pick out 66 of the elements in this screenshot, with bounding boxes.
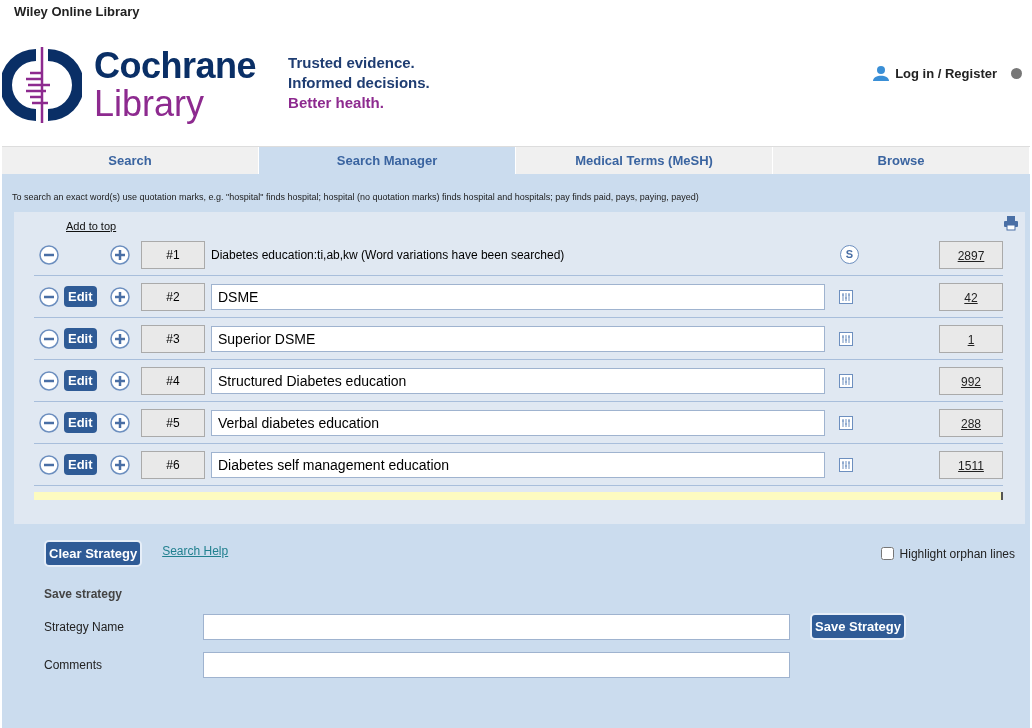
minus-icon[interactable] xyxy=(39,286,59,307)
tab[interactable]: Search xyxy=(2,147,259,174)
tab[interactable]: Search Manager xyxy=(259,147,516,174)
tab[interactable]: Medical Terms (MeSH) xyxy=(516,147,773,174)
clear-strategy-button[interactable]: Clear Strategy xyxy=(44,540,143,567)
minus-icon[interactable] xyxy=(39,244,59,265)
edit-button[interactable]: Edit xyxy=(64,328,97,349)
result-count-link[interactable]: 2897 xyxy=(957,248,985,263)
brand-name: Library xyxy=(94,85,206,123)
s-badge[interactable]: S xyxy=(840,245,859,264)
plus-icon[interactable] xyxy=(110,412,130,433)
edit-button[interactable]: Edit xyxy=(64,454,97,475)
input-field[interactable] xyxy=(203,652,790,678)
sliders-icon[interactable] xyxy=(839,373,853,388)
print-icon[interactable] xyxy=(1003,215,1019,231)
plus-icon[interactable] xyxy=(110,286,130,307)
line-number: #6 xyxy=(141,450,205,479)
login-link[interactable]: Log in / Register xyxy=(895,65,997,81)
plus-icon[interactable] xyxy=(110,328,130,349)
result-count-link[interactable]: 1511 xyxy=(958,458,984,473)
tagline-text: Trusted evidence. xyxy=(288,53,416,73)
query-field[interactable]: Diabetes self management education xyxy=(211,451,825,478)
result-count-link[interactable]: 42 xyxy=(964,290,978,305)
edit-button[interactable]: Edit xyxy=(64,286,97,307)
line-number: #4 xyxy=(141,366,205,395)
brand-name: Cochrane xyxy=(94,47,257,85)
minus-icon[interactable] xyxy=(39,412,59,433)
plus-icon[interactable] xyxy=(110,244,130,265)
result-count-link[interactable]: 288 xyxy=(961,416,981,431)
save-strategy-button[interactable]: Save Strategy xyxy=(810,613,906,640)
line-number: #2 xyxy=(141,282,205,311)
query-field[interactable]: Structured Diabetes education xyxy=(211,367,825,394)
section-heading: Save strategy xyxy=(43,586,124,601)
query-field[interactable]: DSME xyxy=(211,283,825,310)
user-icon xyxy=(873,65,890,81)
site-link[interactable]: Wiley Online Library xyxy=(14,4,1032,26)
query-text: Diabetes education:ti,ab,kw (Word variations have been searched) xyxy=(211,247,566,262)
result-count-link[interactable]: 992 xyxy=(961,374,981,389)
plus-icon[interactable] xyxy=(110,454,130,475)
line-number: #3 xyxy=(141,324,205,353)
tagline-text: Better health. xyxy=(288,93,385,113)
edit-button[interactable]: Edit xyxy=(64,412,97,433)
sliders-icon[interactable] xyxy=(839,331,853,346)
sliders-icon[interactable] xyxy=(839,289,853,304)
input-field[interactable] xyxy=(203,613,790,640)
query-field[interactable]: Verbal diabetes education xyxy=(211,409,825,436)
add-to-top-link[interactable]: Add to top xyxy=(66,220,117,232)
checkbox[interactable] xyxy=(880,547,894,560)
line-number: #1 xyxy=(141,240,205,269)
minus-icon[interactable] xyxy=(39,454,59,475)
field-label: Strategy Name xyxy=(44,619,126,634)
plus-icon[interactable] xyxy=(110,370,130,391)
sliders-icon[interactable] xyxy=(839,457,853,472)
edit-button[interactable]: Edit xyxy=(64,370,97,391)
minus-icon[interactable] xyxy=(39,328,59,349)
logo-icon xyxy=(2,45,82,125)
hint-text: To search an exact word(s) use quotation marks, e.g. "hospital" finds hospital; hospital (no quotation marks) finds hospital and hospitals; pay finds paid, pays, paying, payed) xyxy=(12,191,700,204)
minus-icon[interactable] xyxy=(39,370,59,391)
field-label: Comments xyxy=(44,658,103,672)
line-number: #5 xyxy=(141,408,205,437)
tagline-text: Informed decisions. xyxy=(288,73,430,93)
sliders-icon[interactable] xyxy=(839,415,853,430)
tab[interactable]: Browse xyxy=(773,147,1030,174)
query-field[interactable]: Superior DSME xyxy=(211,325,825,352)
result-count-link[interactable]: 1 xyxy=(967,332,975,347)
checkbox-label: Highlight orphan lines xyxy=(899,546,1015,561)
